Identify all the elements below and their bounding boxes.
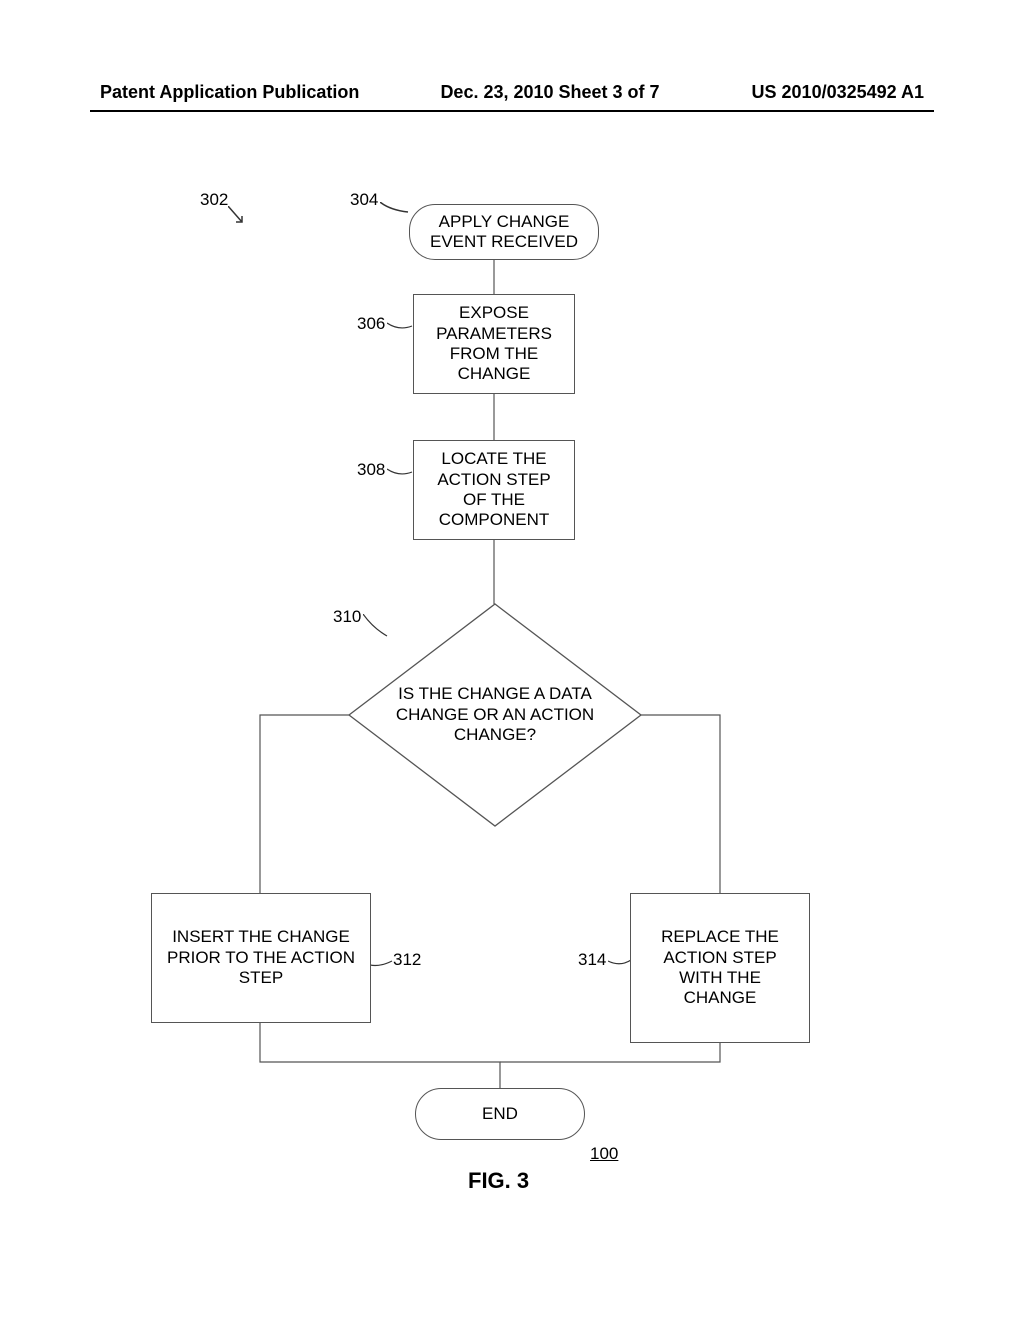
figure-caption: FIG. 3 (468, 1168, 529, 1194)
connectors (0, 0, 1024, 1320)
figure-number: 100 (590, 1144, 618, 1164)
